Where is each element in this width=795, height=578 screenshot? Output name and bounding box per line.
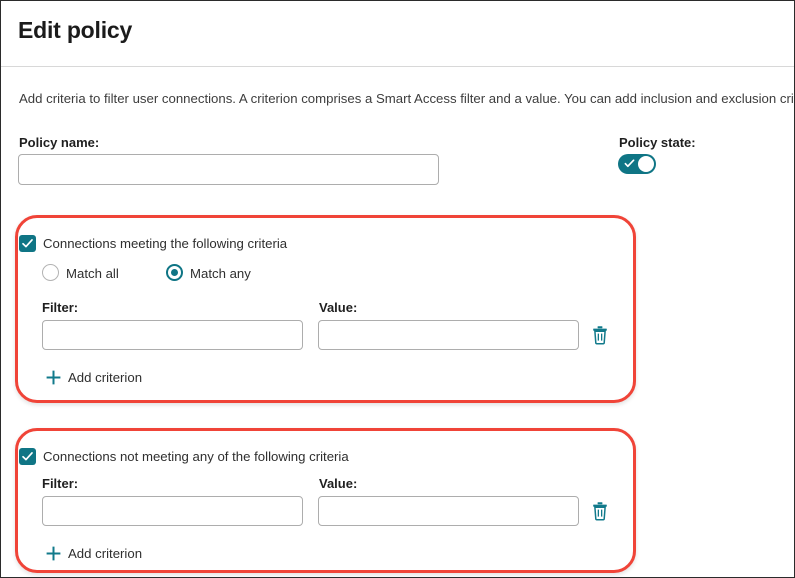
inclusion-add-criterion-link[interactable]: Add criterion [45, 369, 142, 386]
trash-icon[interactable] [590, 500, 610, 522]
edit-policy-dialog: Edit policy Add criteria to filter user … [0, 0, 795, 578]
exclusion-criteria-label: Connections not meeting any of the follo… [43, 449, 349, 464]
radio-match-all[interactable] [42, 264, 59, 281]
policy-name-label: Policy name: [19, 135, 99, 150]
exclusion-value-input[interactable] [318, 496, 579, 526]
policy-name-input[interactable] [18, 154, 439, 185]
policy-state-label: Policy state: [619, 135, 696, 150]
check-icon [624, 158, 635, 169]
inclusion-add-criterion-label: Add criterion [68, 370, 142, 385]
check-icon [21, 237, 34, 250]
radio-match-any-label: Match any [190, 266, 251, 281]
inclusion-criteria-checkbox[interactable] [19, 235, 36, 252]
inclusion-criteria-label: Connections meeting the following criter… [43, 236, 287, 251]
trash-icon[interactable] [590, 324, 610, 346]
inclusion-value-label: Value: [319, 300, 357, 315]
exclusion-add-criterion-link[interactable]: Add criterion [45, 545, 142, 562]
exclusion-value-label: Value: [319, 476, 357, 491]
exclusion-add-criterion-label: Add criterion [68, 546, 142, 561]
exclusion-filter-input[interactable] [42, 496, 303, 526]
policy-state-toggle[interactable] [618, 154, 656, 174]
inclusion-filter-label: Filter: [42, 300, 78, 315]
inclusion-filter-input[interactable] [42, 320, 303, 350]
trash-icon-glyph [590, 324, 610, 346]
toggle-knob [638, 156, 654, 172]
page-title: Edit policy [18, 17, 132, 44]
inclusion-value-input[interactable] [318, 320, 579, 350]
radio-match-all-label: Match all [66, 266, 119, 281]
exclusion-filter-label: Filter: [42, 476, 78, 491]
trash-icon-glyph [590, 500, 610, 522]
plus-icon [45, 545, 62, 562]
check-icon [21, 450, 34, 463]
dialog-description: Add criteria to filter user connections.… [19, 91, 779, 107]
dialog-header: Edit policy [1, 1, 794, 67]
exclusion-criteria-checkbox[interactable] [19, 448, 36, 465]
radio-match-any[interactable] [166, 264, 183, 281]
plus-icon [45, 369, 62, 386]
